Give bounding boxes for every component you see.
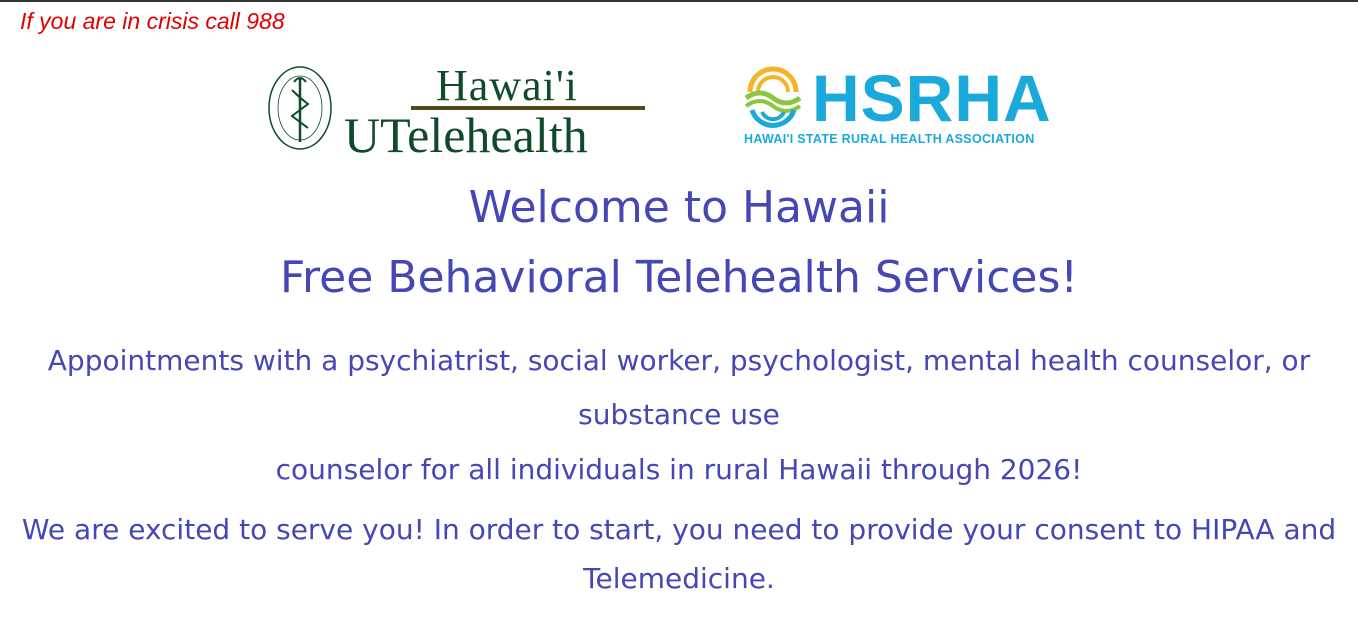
uh-logo-line1: Hawai'i bbox=[436, 61, 578, 110]
consent-line-1: We are excited to serve you! In order to… bbox=[21, 513, 1337, 546]
consent-line-2: Telemedicine. bbox=[583, 562, 775, 595]
hsrha-logo: HSRHA HAWAI'I STATE RURAL HEALTH ASSOCIA… bbox=[742, 61, 1052, 148]
crisis-notice: If you are in crisis call 988 bbox=[20, 8, 285, 34]
services-heading: Free Behavioral Telehealth Services! bbox=[279, 252, 1079, 303]
hsrha-logo-subtitle: HAWAI'I STATE RURAL HEALTH ASSOCIATION bbox=[744, 132, 1035, 146]
welcome-heading: Welcome to Hawaii bbox=[468, 182, 890, 233]
uh-telehealth-logo: Hawai'i UTelehealth bbox=[266, 61, 651, 163]
intro-line-3: counselor for all individuals in rural H… bbox=[275, 453, 1083, 486]
hsrha-logo-name: HSRHA bbox=[812, 61, 1052, 135]
medical-school-seal-icon bbox=[268, 66, 332, 150]
intro-line-2: substance use bbox=[578, 398, 780, 431]
logo-row: Hawai'i UTelehealth HSRHA HAWAI'I STATE … bbox=[0, 61, 1358, 163]
uh-logo-line2: UTelehealth bbox=[344, 107, 588, 163]
intro-line-1: Appointments with a psychiatrist, social… bbox=[47, 344, 1311, 377]
hsrha-wave-icon bbox=[744, 66, 802, 128]
